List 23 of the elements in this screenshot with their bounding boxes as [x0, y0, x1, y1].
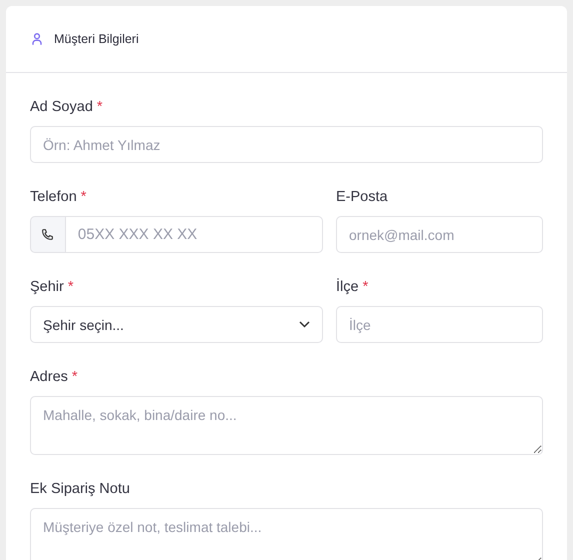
text-area[interactable]: Mahalle, sokak, bina/daire no... — [30, 396, 543, 455]
field-label: E-Posta — [336, 189, 388, 205]
input-field[interactable]: ornek@mail.com — [336, 216, 543, 253]
required-mark: * — [362, 279, 368, 295]
field-label: Ad Soyad — [30, 99, 93, 115]
required-mark: * — [72, 369, 78, 385]
required-mark: * — [68, 279, 74, 295]
text-area[interactable]: Müşteriye özel not, teslimat talebi... — [30, 508, 543, 560]
required-mark: * — [96, 99, 103, 115]
field-label: İlçe — [336, 279, 359, 295]
user-icon — [32, 33, 42, 45]
phone-icon — [41, 228, 54, 241]
input-field[interactable]: İlçe — [336, 306, 543, 343]
input-field[interactable]: Örn: Ahmet Yılmaz — [30, 126, 543, 163]
field-label: Şehir — [30, 279, 64, 295]
required-mark: * — [80, 189, 86, 205]
input-field[interactable]: 05XX XXX XX XX — [64, 216, 323, 253]
chevron-down-icon — [299, 321, 310, 328]
field-label: Ek Sipariş Notu — [30, 481, 130, 497]
field-label: Telefon — [30, 189, 77, 205]
field-label: Adres — [30, 369, 68, 385]
card-title: Müşteri Bilgileri — [54, 32, 139, 46]
city-dropdown[interactable]: Şehir seçin... — [30, 306, 323, 343]
